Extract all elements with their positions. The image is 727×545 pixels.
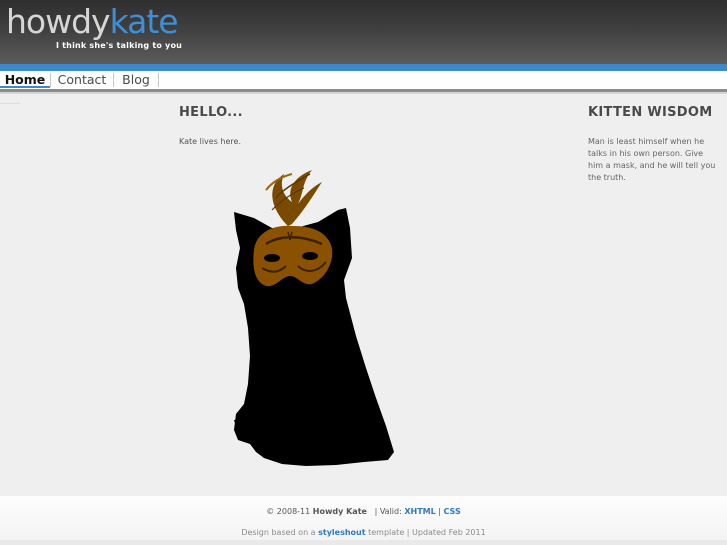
masked-cat-image [234,170,394,466]
site-tagline: I think she's talking to you [56,41,183,50]
corner-mark [0,103,20,104]
footer-copyright-line: © 2008-11 Howdy Kate | Valid: XHTML | CS… [0,507,727,516]
footer-credits-line: Design based on a styleshout template | … [0,528,727,537]
nav-tab-contact[interactable]: Contact [51,71,113,89]
footer-xhtml-link[interactable]: XHTML [404,507,435,516]
logo-text-howdy: howdy [6,2,111,41]
footer-separator: | [438,507,441,516]
footer-design-prefix: Design based on a [241,528,316,537]
main-nav: Home Contact Blog [0,71,727,89]
logo-text-kate: kate [109,2,179,41]
footer-valid-label: | Valid: [374,507,402,516]
main-heading: HELLO... [179,105,243,120]
site-footer [0,496,727,545]
site-logo[interactable]: howdykate [6,2,179,42]
footer-bottom-strip [0,540,727,545]
sidebar-heading: KITTEN WISDOM [588,105,713,120]
nav-tab-home[interactable]: Home [0,71,50,88]
nav-divider-shadow [0,92,727,94]
footer-site-name: Howdy Kate [312,507,367,516]
site-header: howdykate I think she's talking to you [0,0,727,64]
sidebar-quote: Man is least himself when he talks in hi… [588,137,716,182]
main-intro-text: Kate lives here. [179,137,241,146]
header-accent-bar [0,64,727,71]
footer-css-link[interactable]: CSS [444,507,461,516]
nav-tab-blog[interactable]: Blog [114,71,158,89]
footer-copyright: © 2008-11 [266,507,311,516]
footer-design-suffix: template | Updated Feb 2011 [368,528,486,537]
nav-separator [158,73,159,87]
feather-icon [265,170,322,226]
footer-styleshout-link[interactable]: styleshout [318,528,365,537]
